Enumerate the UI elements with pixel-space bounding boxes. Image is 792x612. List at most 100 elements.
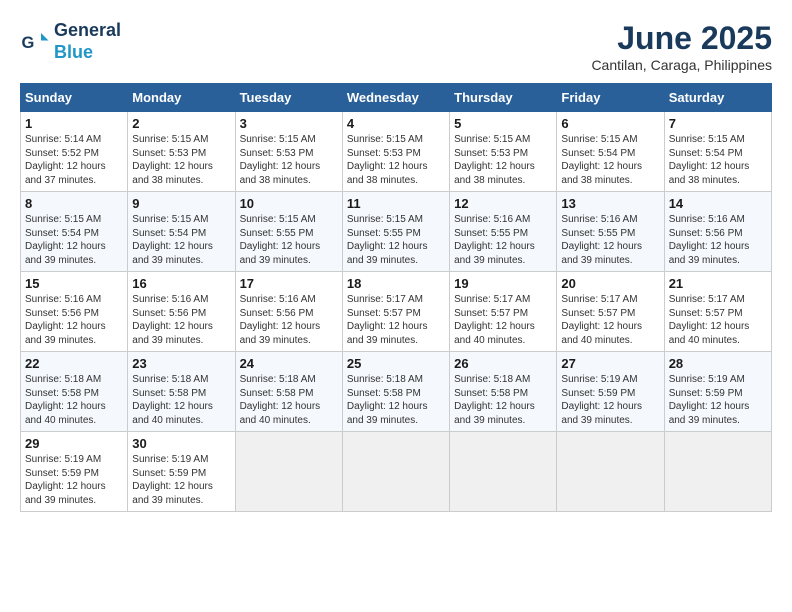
day-number: 4 <box>347 116 445 131</box>
table-row: 12 Sunrise: 5:16 AM Sunset: 5:55 PM Dayl… <box>450 192 557 272</box>
table-row: 16 Sunrise: 5:16 AM Sunset: 5:56 PM Dayl… <box>128 272 235 352</box>
day-info: Sunrise: 5:16 AM Sunset: 5:56 PM Dayligh… <box>669 213 767 267</box>
day-number: 18 <box>347 276 445 291</box>
calendar-week-row: 1 Sunrise: 5:14 AM Sunset: 5:52 PM Dayli… <box>21 112 772 192</box>
day-number: 16 <box>132 276 230 291</box>
header-tuesday: Tuesday <box>235 84 342 112</box>
day-number: 13 <box>561 196 659 211</box>
table-row: 13 Sunrise: 5:16 AM Sunset: 5:55 PM Dayl… <box>557 192 664 272</box>
calendar-week-row: 8 Sunrise: 5:15 AM Sunset: 5:54 PM Dayli… <box>21 192 772 272</box>
table-row: 11 Sunrise: 5:15 AM Sunset: 5:55 PM Dayl… <box>342 192 449 272</box>
table-row: 23 Sunrise: 5:18 AM Sunset: 5:58 PM Dayl… <box>128 352 235 432</box>
day-info: Sunrise: 5:15 AM Sunset: 5:55 PM Dayligh… <box>240 213 338 267</box>
table-row: 7 Sunrise: 5:15 AM Sunset: 5:54 PM Dayli… <box>664 112 771 192</box>
calendar-week-row: 29 Sunrise: 5:19 AM Sunset: 5:59 PM Dayl… <box>21 432 772 512</box>
header-wednesday: Wednesday <box>342 84 449 112</box>
day-info: Sunrise: 5:15 AM Sunset: 5:53 PM Dayligh… <box>240 133 338 187</box>
day-number: 7 <box>669 116 767 131</box>
day-number: 25 <box>347 356 445 371</box>
day-number: 3 <box>240 116 338 131</box>
table-row: 5 Sunrise: 5:15 AM Sunset: 5:53 PM Dayli… <box>450 112 557 192</box>
table-row <box>235 432 342 512</box>
month-title: June 2025 <box>591 20 772 57</box>
day-info: Sunrise: 5:19 AM Sunset: 5:59 PM Dayligh… <box>25 453 123 507</box>
day-number: 29 <box>25 436 123 451</box>
day-info: Sunrise: 5:17 AM Sunset: 5:57 PM Dayligh… <box>347 293 445 347</box>
day-info: Sunrise: 5:17 AM Sunset: 5:57 PM Dayligh… <box>454 293 552 347</box>
day-info: Sunrise: 5:16 AM Sunset: 5:56 PM Dayligh… <box>25 293 123 347</box>
calendar-week-row: 22 Sunrise: 5:18 AM Sunset: 5:58 PM Dayl… <box>21 352 772 432</box>
table-row: 26 Sunrise: 5:18 AM Sunset: 5:58 PM Dayl… <box>450 352 557 432</box>
table-row: 17 Sunrise: 5:16 AM Sunset: 5:56 PM Dayl… <box>235 272 342 352</box>
day-number: 21 <box>669 276 767 291</box>
table-row <box>664 432 771 512</box>
day-number: 20 <box>561 276 659 291</box>
table-row: 24 Sunrise: 5:18 AM Sunset: 5:58 PM Dayl… <box>235 352 342 432</box>
day-info: Sunrise: 5:15 AM Sunset: 5:53 PM Dayligh… <box>132 133 230 187</box>
table-row <box>450 432 557 512</box>
header-saturday: Saturday <box>664 84 771 112</box>
logo: G GeneralBlue <box>20 20 121 63</box>
day-info: Sunrise: 5:19 AM Sunset: 5:59 PM Dayligh… <box>669 373 767 427</box>
table-row: 3 Sunrise: 5:15 AM Sunset: 5:53 PM Dayli… <box>235 112 342 192</box>
day-number: 5 <box>454 116 552 131</box>
day-info: Sunrise: 5:15 AM Sunset: 5:54 PM Dayligh… <box>669 133 767 187</box>
day-number: 26 <box>454 356 552 371</box>
day-number: 11 <box>347 196 445 211</box>
day-number: 1 <box>25 116 123 131</box>
day-info: Sunrise: 5:16 AM Sunset: 5:55 PM Dayligh… <box>454 213 552 267</box>
table-row: 14 Sunrise: 5:16 AM Sunset: 5:56 PM Dayl… <box>664 192 771 272</box>
weekday-header-row: Sunday Monday Tuesday Wednesday Thursday… <box>21 84 772 112</box>
table-row: 29 Sunrise: 5:19 AM Sunset: 5:59 PM Dayl… <box>21 432 128 512</box>
logo-text: GeneralBlue <box>54 20 121 63</box>
table-row: 1 Sunrise: 5:14 AM Sunset: 5:52 PM Dayli… <box>21 112 128 192</box>
table-row: 25 Sunrise: 5:18 AM Sunset: 5:58 PM Dayl… <box>342 352 449 432</box>
table-row: 20 Sunrise: 5:17 AM Sunset: 5:57 PM Dayl… <box>557 272 664 352</box>
header-friday: Friday <box>557 84 664 112</box>
table-row: 4 Sunrise: 5:15 AM Sunset: 5:53 PM Dayli… <box>342 112 449 192</box>
day-number: 9 <box>132 196 230 211</box>
day-info: Sunrise: 5:17 AM Sunset: 5:57 PM Dayligh… <box>561 293 659 347</box>
table-row: 2 Sunrise: 5:15 AM Sunset: 5:53 PM Dayli… <box>128 112 235 192</box>
page-header: G GeneralBlue June 2025 Cantilan, Caraga… <box>20 20 772 73</box>
day-info: Sunrise: 5:15 AM Sunset: 5:53 PM Dayligh… <box>454 133 552 187</box>
day-number: 23 <box>132 356 230 371</box>
svg-text:G: G <box>22 34 35 52</box>
day-info: Sunrise: 5:15 AM Sunset: 5:53 PM Dayligh… <box>347 133 445 187</box>
calendar-week-row: 15 Sunrise: 5:16 AM Sunset: 5:56 PM Dayl… <box>21 272 772 352</box>
header-thursday: Thursday <box>450 84 557 112</box>
table-row: 6 Sunrise: 5:15 AM Sunset: 5:54 PM Dayli… <box>557 112 664 192</box>
day-number: 27 <box>561 356 659 371</box>
table-row: 28 Sunrise: 5:19 AM Sunset: 5:59 PM Dayl… <box>664 352 771 432</box>
day-info: Sunrise: 5:16 AM Sunset: 5:56 PM Dayligh… <box>240 293 338 347</box>
day-number: 19 <box>454 276 552 291</box>
day-info: Sunrise: 5:18 AM Sunset: 5:58 PM Dayligh… <box>132 373 230 427</box>
day-info: Sunrise: 5:18 AM Sunset: 5:58 PM Dayligh… <box>240 373 338 427</box>
day-info: Sunrise: 5:18 AM Sunset: 5:58 PM Dayligh… <box>347 373 445 427</box>
day-number: 2 <box>132 116 230 131</box>
table-row: 19 Sunrise: 5:17 AM Sunset: 5:57 PM Dayl… <box>450 272 557 352</box>
day-number: 24 <box>240 356 338 371</box>
table-row: 21 Sunrise: 5:17 AM Sunset: 5:57 PM Dayl… <box>664 272 771 352</box>
table-row: 18 Sunrise: 5:17 AM Sunset: 5:57 PM Dayl… <box>342 272 449 352</box>
day-info: Sunrise: 5:18 AM Sunset: 5:58 PM Dayligh… <box>454 373 552 427</box>
day-number: 12 <box>454 196 552 211</box>
day-number: 17 <box>240 276 338 291</box>
day-info: Sunrise: 5:16 AM Sunset: 5:56 PM Dayligh… <box>132 293 230 347</box>
day-number: 15 <box>25 276 123 291</box>
day-number: 8 <box>25 196 123 211</box>
table-row: 15 Sunrise: 5:16 AM Sunset: 5:56 PM Dayl… <box>21 272 128 352</box>
day-info: Sunrise: 5:19 AM Sunset: 5:59 PM Dayligh… <box>561 373 659 427</box>
day-info: Sunrise: 5:15 AM Sunset: 5:54 PM Dayligh… <box>132 213 230 267</box>
table-row: 22 Sunrise: 5:18 AM Sunset: 5:58 PM Dayl… <box>21 352 128 432</box>
day-info: Sunrise: 5:15 AM Sunset: 5:54 PM Dayligh… <box>25 213 123 267</box>
day-info: Sunrise: 5:17 AM Sunset: 5:57 PM Dayligh… <box>669 293 767 347</box>
day-number: 22 <box>25 356 123 371</box>
day-number: 28 <box>669 356 767 371</box>
table-row: 8 Sunrise: 5:15 AM Sunset: 5:54 PM Dayli… <box>21 192 128 272</box>
day-info: Sunrise: 5:14 AM Sunset: 5:52 PM Dayligh… <box>25 133 123 187</box>
calendar-table: Sunday Monday Tuesday Wednesday Thursday… <box>20 83 772 512</box>
day-info: Sunrise: 5:18 AM Sunset: 5:58 PM Dayligh… <box>25 373 123 427</box>
logo-icon: G <box>20 27 50 57</box>
day-info: Sunrise: 5:15 AM Sunset: 5:54 PM Dayligh… <box>561 133 659 187</box>
